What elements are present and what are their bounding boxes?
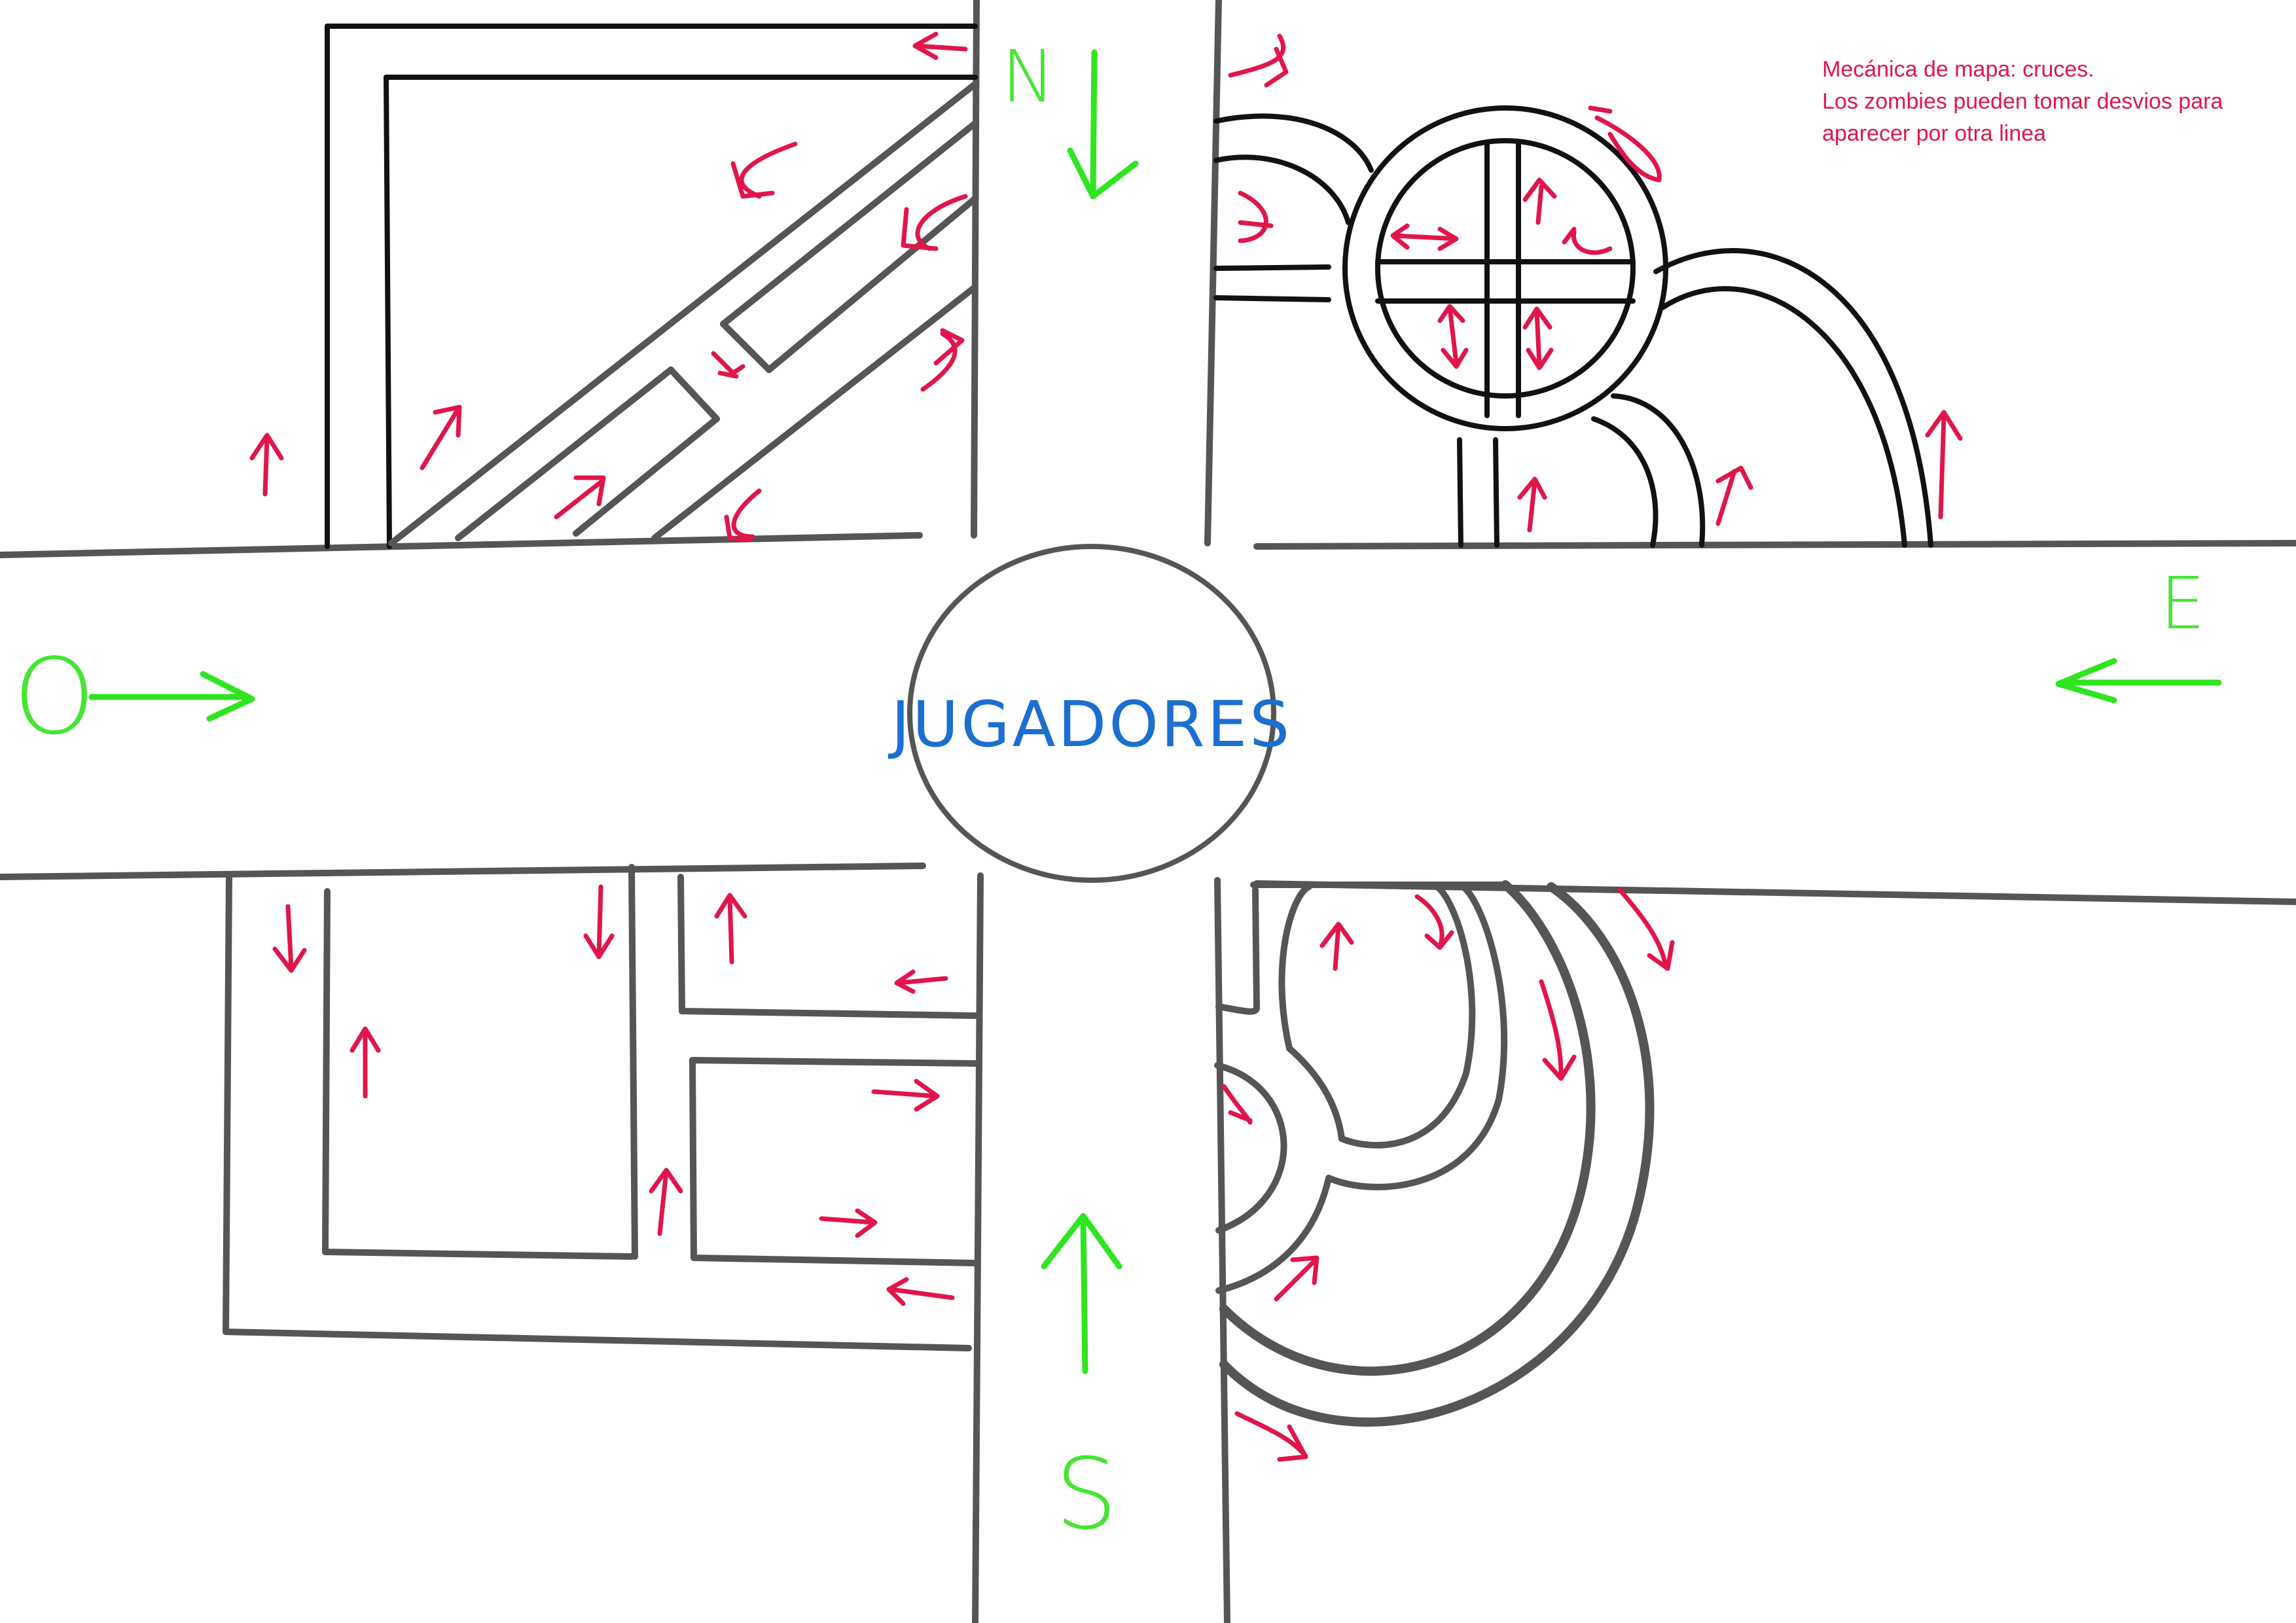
detour-arrow-icon bbox=[1522, 306, 1554, 370]
detour-arrow-icon bbox=[1517, 476, 1547, 533]
map-diagram: JUGADORES N S E O bbox=[0, 0, 2296, 1623]
south-label: S bbox=[1055, 1438, 1117, 1552]
detour-arrow-icon bbox=[1319, 921, 1354, 971]
detour-arrow-icon bbox=[1715, 465, 1753, 526]
detour-arrow-icon bbox=[1274, 1255, 1319, 1302]
detour-arrow-icon bbox=[894, 969, 948, 994]
detour-arrow-icon bbox=[724, 488, 762, 543]
detour-arrow-icon bbox=[730, 141, 798, 199]
detour-arrow-icon bbox=[711, 351, 745, 379]
northeast-block bbox=[1213, 105, 1933, 548]
detour-arrow-icon bbox=[583, 884, 615, 959]
north-spawn-arrow-icon bbox=[1067, 49, 1139, 200]
east-spawn-arrow-icon bbox=[2055, 658, 2222, 704]
detour-arrow-icon bbox=[649, 1168, 683, 1236]
detour-arrow-icon bbox=[1234, 1411, 1308, 1462]
detour-arrow-icon bbox=[901, 194, 968, 251]
detour-arrow-icon bbox=[871, 1079, 940, 1112]
detour-arrow-icon bbox=[554, 475, 606, 520]
detour-arrow-icon bbox=[1238, 190, 1274, 243]
detour-arrow-icon bbox=[714, 893, 747, 965]
detour-arrow-icon bbox=[1562, 226, 1613, 255]
west-spawn-arrow-icon bbox=[88, 671, 255, 722]
detour-arrow-icon bbox=[819, 1208, 878, 1238]
detour-arrow-icon bbox=[1925, 410, 1963, 520]
detour-arrow-icon bbox=[272, 904, 307, 973]
detour-arrow-icon bbox=[920, 328, 965, 392]
southeast-block bbox=[1214, 880, 1655, 1427]
detour-arrow-icon bbox=[886, 1277, 955, 1306]
detour-arrow-icon bbox=[1390, 223, 1459, 251]
detour-arrow-icon bbox=[1617, 887, 1675, 971]
detour-arrow-icon bbox=[912, 31, 968, 60]
detour-arrow-icon bbox=[1588, 105, 1662, 183]
detour-arrow-icon bbox=[420, 404, 462, 471]
north-label: N bbox=[1001, 35, 1055, 118]
players-label: JUGADORES bbox=[888, 688, 1292, 761]
detour-arrow-icon bbox=[1437, 304, 1469, 369]
detour-arrow-icon bbox=[1228, 33, 1289, 88]
detour-arrow-icon bbox=[1221, 1084, 1253, 1125]
west-label: O bbox=[13, 635, 96, 758]
detour-arrow-icon bbox=[249, 433, 284, 497]
detour-arrow-icon bbox=[350, 1026, 381, 1099]
players-zone: JUGADORES bbox=[888, 544, 1292, 883]
east-label: E bbox=[2160, 562, 2206, 645]
detour-arrow-icon bbox=[1522, 177, 1557, 225]
south-spawn-arrow-icon bbox=[1041, 1213, 1122, 1374]
